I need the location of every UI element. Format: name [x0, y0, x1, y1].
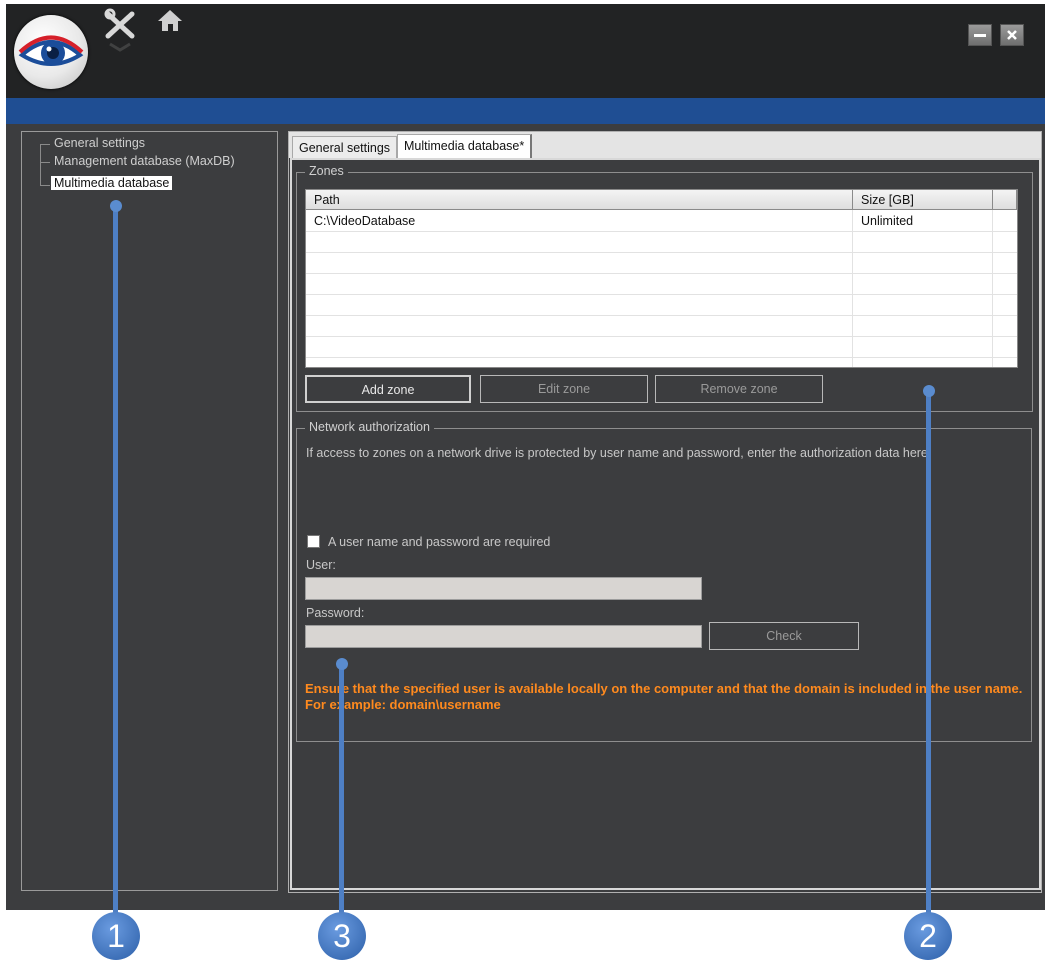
column-divider — [992, 210, 993, 367]
tree-connector — [40, 185, 50, 186]
home-icon[interactable] — [155, 6, 185, 36]
callout-line-1 — [113, 205, 118, 915]
row-divider — [306, 357, 1017, 358]
callout-dot-2 — [923, 385, 935, 397]
row-divider — [306, 336, 1017, 337]
warning-text: Ensure that the specified user is availa… — [305, 681, 1023, 712]
tree-connector — [40, 144, 50, 145]
remove-zone-button[interactable]: Remove zone — [655, 375, 823, 403]
column-header-size[interactable]: Size [GB] — [853, 190, 993, 210]
callout-dot-3 — [336, 658, 348, 670]
minimize-icon — [974, 34, 986, 37]
callout-line-3 — [339, 663, 344, 915]
tab-general-settings[interactable]: General settings — [292, 136, 398, 158]
credentials-required-label: A user name and password are required — [328, 535, 551, 549]
row-divider — [306, 294, 1017, 295]
column-header-path[interactable]: Path — [306, 190, 853, 210]
password-label: Password: — [306, 606, 365, 620]
password-input[interactable] — [305, 625, 702, 648]
table-row-path[interactable]: C:\VideoDatabase — [306, 211, 852, 232]
callout-line-2 — [926, 390, 931, 915]
settings-tree — [21, 131, 278, 891]
minimize-button[interactable] — [968, 24, 992, 46]
user-input[interactable] — [305, 577, 702, 600]
tree-item-management-database[interactable]: Management database (MaxDB) — [54, 154, 235, 168]
close-icon — [1007, 30, 1017, 40]
row-divider — [306, 273, 1017, 274]
callout-badge-3: 3 — [318, 912, 366, 960]
callout-badge-1: 1 — [92, 912, 140, 960]
edit-zone-button[interactable]: Edit zone — [480, 375, 648, 403]
check-button[interactable]: Check — [709, 622, 859, 650]
tree-connector — [40, 144, 41, 186]
column-divider — [852, 210, 853, 367]
zones-legend: Zones — [305, 164, 348, 178]
close-button[interactable] — [1000, 24, 1024, 46]
tree-item-multimedia-database[interactable]: Multimedia database — [51, 176, 173, 190]
row-divider — [306, 315, 1017, 316]
credentials-required-checkbox[interactable] — [307, 535, 320, 548]
zones-table[interactable]: Path Size [GB] C:\VideoDatabase Unlimite… — [305, 189, 1018, 368]
callout-badge-2: 2 — [904, 912, 952, 960]
tab-multimedia-database[interactable]: Multimedia database* — [397, 134, 533, 158]
tree-item-general-settings[interactable]: General settings — [54, 136, 145, 150]
column-header-spacer — [993, 190, 1017, 210]
eye-logo-icon[interactable] — [14, 15, 88, 89]
network-authorization-legend: Network authorization — [305, 420, 434, 434]
row-divider — [306, 252, 1017, 253]
header-band — [6, 98, 1045, 124]
callout-dot-1 — [110, 200, 122, 212]
table-row-size[interactable]: Unlimited — [853, 211, 992, 232]
tree-connector — [40, 162, 50, 163]
network-description: If access to zones on a network drive is… — [306, 446, 932, 460]
add-zone-button[interactable]: Add zone — [305, 375, 471, 403]
tools-icon[interactable] — [104, 8, 138, 52]
user-label: User: — [306, 558, 336, 572]
